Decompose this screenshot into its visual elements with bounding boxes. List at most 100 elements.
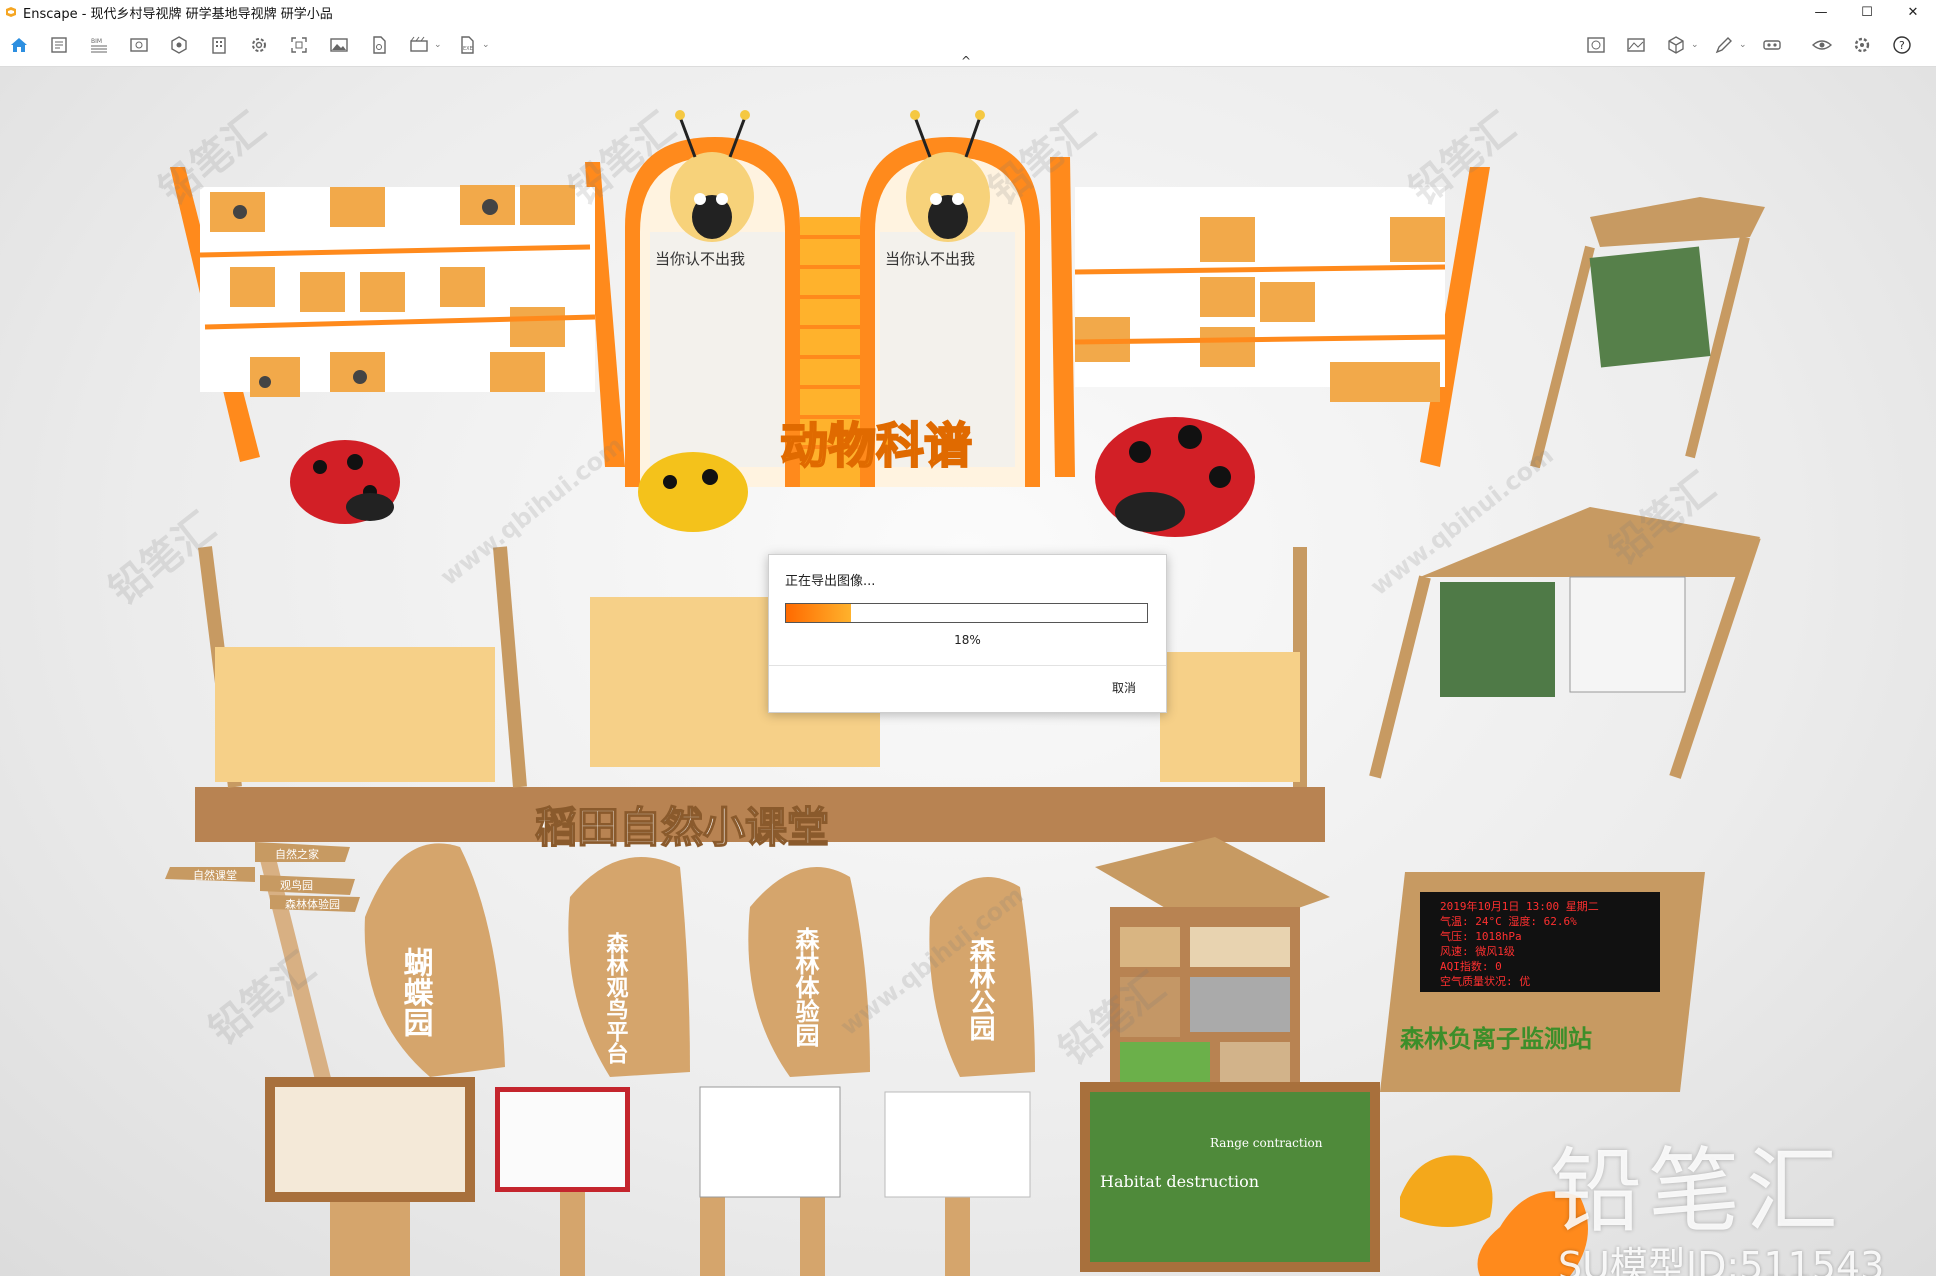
wood-sign-butterfly: 蝴蝶园: [398, 947, 434, 1037]
exe-dropdown-caret-icon[interactable]: ⌄: [482, 40, 490, 50]
exe-export-icon: EXE: [461, 36, 474, 54]
direction-label-2: 自然课堂: [193, 868, 237, 882]
wood-sign-birdwatch: 森林观鸟平台: [603, 931, 629, 1064]
image-icon: [330, 38, 348, 52]
monitor-line-6: 空气质量状况: 优: [1440, 974, 1530, 988]
box-button[interactable]: [1663, 32, 1689, 58]
bee-board-heading-left: 当你认不出我: [655, 250, 745, 268]
video-button[interactable]: [406, 32, 432, 58]
model-id-watermark: SU模型ID:511543: [1558, 1244, 1885, 1276]
bim-button[interactable]: BIM: [86, 32, 112, 58]
paddy-class-sign: 稻田自然小课堂: [535, 803, 829, 852]
video-icon: [410, 36, 428, 52]
pen-dropdown-caret-icon[interactable]: ⌄: [1739, 40, 1747, 50]
window-title: Enscape - 现代乡村导视牌 研学基地导视牌 研学小品: [23, 6, 333, 22]
map-board-right-mid: [1369, 507, 1761, 779]
direction-label-1: 自然之家: [275, 847, 319, 861]
animal-abacus-left: [170, 162, 625, 467]
box-dropdown-caret-icon[interactable]: ⌄: [1691, 40, 1699, 50]
direction-label-4: 森林体验园: [285, 897, 340, 911]
monitor-line-4: 风速: 微风1级: [1440, 944, 1515, 958]
home-button[interactable]: [6, 32, 32, 58]
svg-text:?: ?: [1899, 39, 1905, 52]
progress-percent: 18%: [954, 633, 981, 647]
web-standalone-button[interactable]: [1583, 32, 1609, 58]
progress-fill: [786, 604, 851, 622]
animal-abacus-right: [1050, 157, 1490, 477]
direction-label-3: 观鸟园: [280, 878, 313, 892]
bee-mascot-right: [906, 110, 990, 242]
eye-button[interactable]: [1809, 32, 1835, 58]
maximize-button[interactable]: ☐: [1844, 0, 1890, 24]
screenshot-icon: [291, 37, 307, 53]
panorama-button[interactable]: [1623, 32, 1649, 58]
monitor-line-5: AQI指数: 0: [1440, 959, 1502, 973]
gear-button[interactable]: [1849, 32, 1875, 58]
bee-mascot-left: [670, 110, 754, 242]
gear-icon: [1854, 37, 1870, 53]
bee-board-heading-right: 当你认不出我: [885, 250, 975, 268]
vr-headset-icon: [1763, 40, 1781, 50]
close-button[interactable]: ✕: [1890, 0, 1936, 24]
progress-bar: [785, 603, 1148, 623]
file-export-button[interactable]: [366, 32, 392, 58]
wooden-stone-signs: 蝴蝶园 森林观鸟平台 森林体验园 森林公园: [364, 843, 1035, 1077]
asset-library-button[interactable]: [166, 32, 192, 58]
insect-hotel: [1095, 837, 1330, 1097]
help-button[interactable]: ?: [1889, 32, 1915, 58]
properties-icon: [51, 37, 67, 53]
title-bar: Enscape - 现代乡村导视牌 研学基地导视牌 研学小品 — ☐ ✕: [0, 0, 1936, 24]
building-button[interactable]: [206, 32, 232, 58]
ladybug-left: [290, 440, 400, 524]
file-export-icon: [373, 36, 386, 54]
bim-icon: BIM: [91, 38, 107, 53]
screenshot-button[interactable]: [286, 32, 312, 58]
asset-library-icon: [171, 36, 187, 54]
image-button[interactable]: [326, 32, 352, 58]
monitor-line-2: 气温: 24°C 湿度: 62.6%: [1440, 914, 1577, 928]
direction-post: 自然之家 自然课堂 观鸟园 森林体验园: [165, 842, 360, 1109]
ladybug-right: [1095, 417, 1255, 537]
ion-monitor-board: 2019年10月1日 13:00 星期二 气温: 24°C 湿度: 62.6% …: [1380, 872, 1705, 1092]
properties-button[interactable]: [46, 32, 72, 58]
bottom-info-boards: Habitat destruction Range contraction: [265, 1077, 1380, 1276]
pen-icon: [1715, 37, 1732, 54]
video-dropdown-caret-icon[interactable]: ⌄: [434, 40, 442, 50]
view-icon: [130, 38, 148, 52]
bee-arch-center: 当你认不出我 当你认不出我 动物科谱: [625, 110, 1040, 487]
monitor-line-3: 气压: 1018hPa: [1440, 929, 1522, 943]
dialog-title: 正在导出图像...: [785, 574, 876, 589]
board-range-text: Range contraction: [1210, 1136, 1323, 1150]
svg-text:BIM: BIM: [91, 38, 102, 45]
minimize-button[interactable]: —: [1798, 0, 1844, 24]
exe-export-button[interactable]: EXE: [454, 32, 480, 58]
help-icon: ?: [1893, 36, 1911, 54]
cancel-button[interactable]: 取消: [1112, 679, 1136, 696]
map-board-right-top: [1530, 197, 1765, 469]
export-progress-dialog: 正在导出图像... 18% 取消: [768, 554, 1167, 713]
settings-gear-icon: [252, 38, 266, 52]
settings-button[interactable]: [246, 32, 272, 58]
enscape-logo-icon: [6, 7, 16, 17]
svg-text:EXE: EXE: [463, 46, 473, 52]
animal-science-sign: 动物科谱: [780, 418, 972, 474]
ladybug-yellow: [638, 452, 748, 532]
wood-sign-forest-park: 森林公园: [965, 937, 995, 1041]
brand-watermark: 铅笔汇: [1550, 1138, 1845, 1245]
panorama-icon: [1627, 38, 1645, 52]
toolbar-left-group: BIM ⌄ EXE ⌄: [6, 32, 502, 58]
toolbar-right-group: ⌄ ⌄ ?: [1583, 32, 1929, 58]
web-standalone-icon: [1587, 37, 1605, 53]
monitor-line-1: 2019年10月1日 13:00 星期二: [1440, 899, 1599, 913]
view-button[interactable]: [126, 32, 152, 58]
box-icon: [1668, 36, 1684, 54]
wood-sign-forest-experience: 森林体验园: [791, 927, 819, 1047]
collapse-toolbar-arrow-icon[interactable]: ^: [961, 54, 971, 68]
board-habitat-text: Habitat destruction: [1100, 1172, 1259, 1191]
vr-headset-button[interactable]: [1759, 32, 1785, 58]
building-icon: [212, 37, 226, 54]
pen-button[interactable]: [1711, 32, 1737, 58]
monitor-title: 森林负离子监测站: [1400, 1025, 1592, 1053]
home-icon: [11, 38, 27, 52]
dialog-divider: [769, 665, 1166, 666]
